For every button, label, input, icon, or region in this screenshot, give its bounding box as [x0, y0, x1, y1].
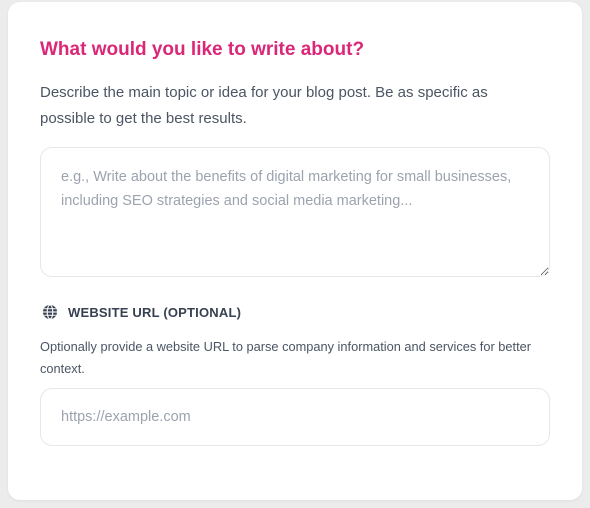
form-description: Describe the main topic or idea for your…	[40, 84, 488, 127]
website-url-input[interactable]	[40, 388, 550, 446]
form-title: What would you like to write about?	[40, 39, 365, 60]
topic-form-card: What would you like to write about? Desc…	[8, 2, 582, 500]
website-url-label-text: WEBSITE URL (OPTIONAL)	[68, 304, 242, 320]
globe-icon	[42, 304, 58, 320]
website-url-helper: Optionally provide a website URL to pars…	[40, 339, 532, 376]
website-url-label: WEBSITE URL (OPTIONAL)	[42, 302, 241, 322]
topic-textarea[interactable]	[40, 147, 550, 277]
